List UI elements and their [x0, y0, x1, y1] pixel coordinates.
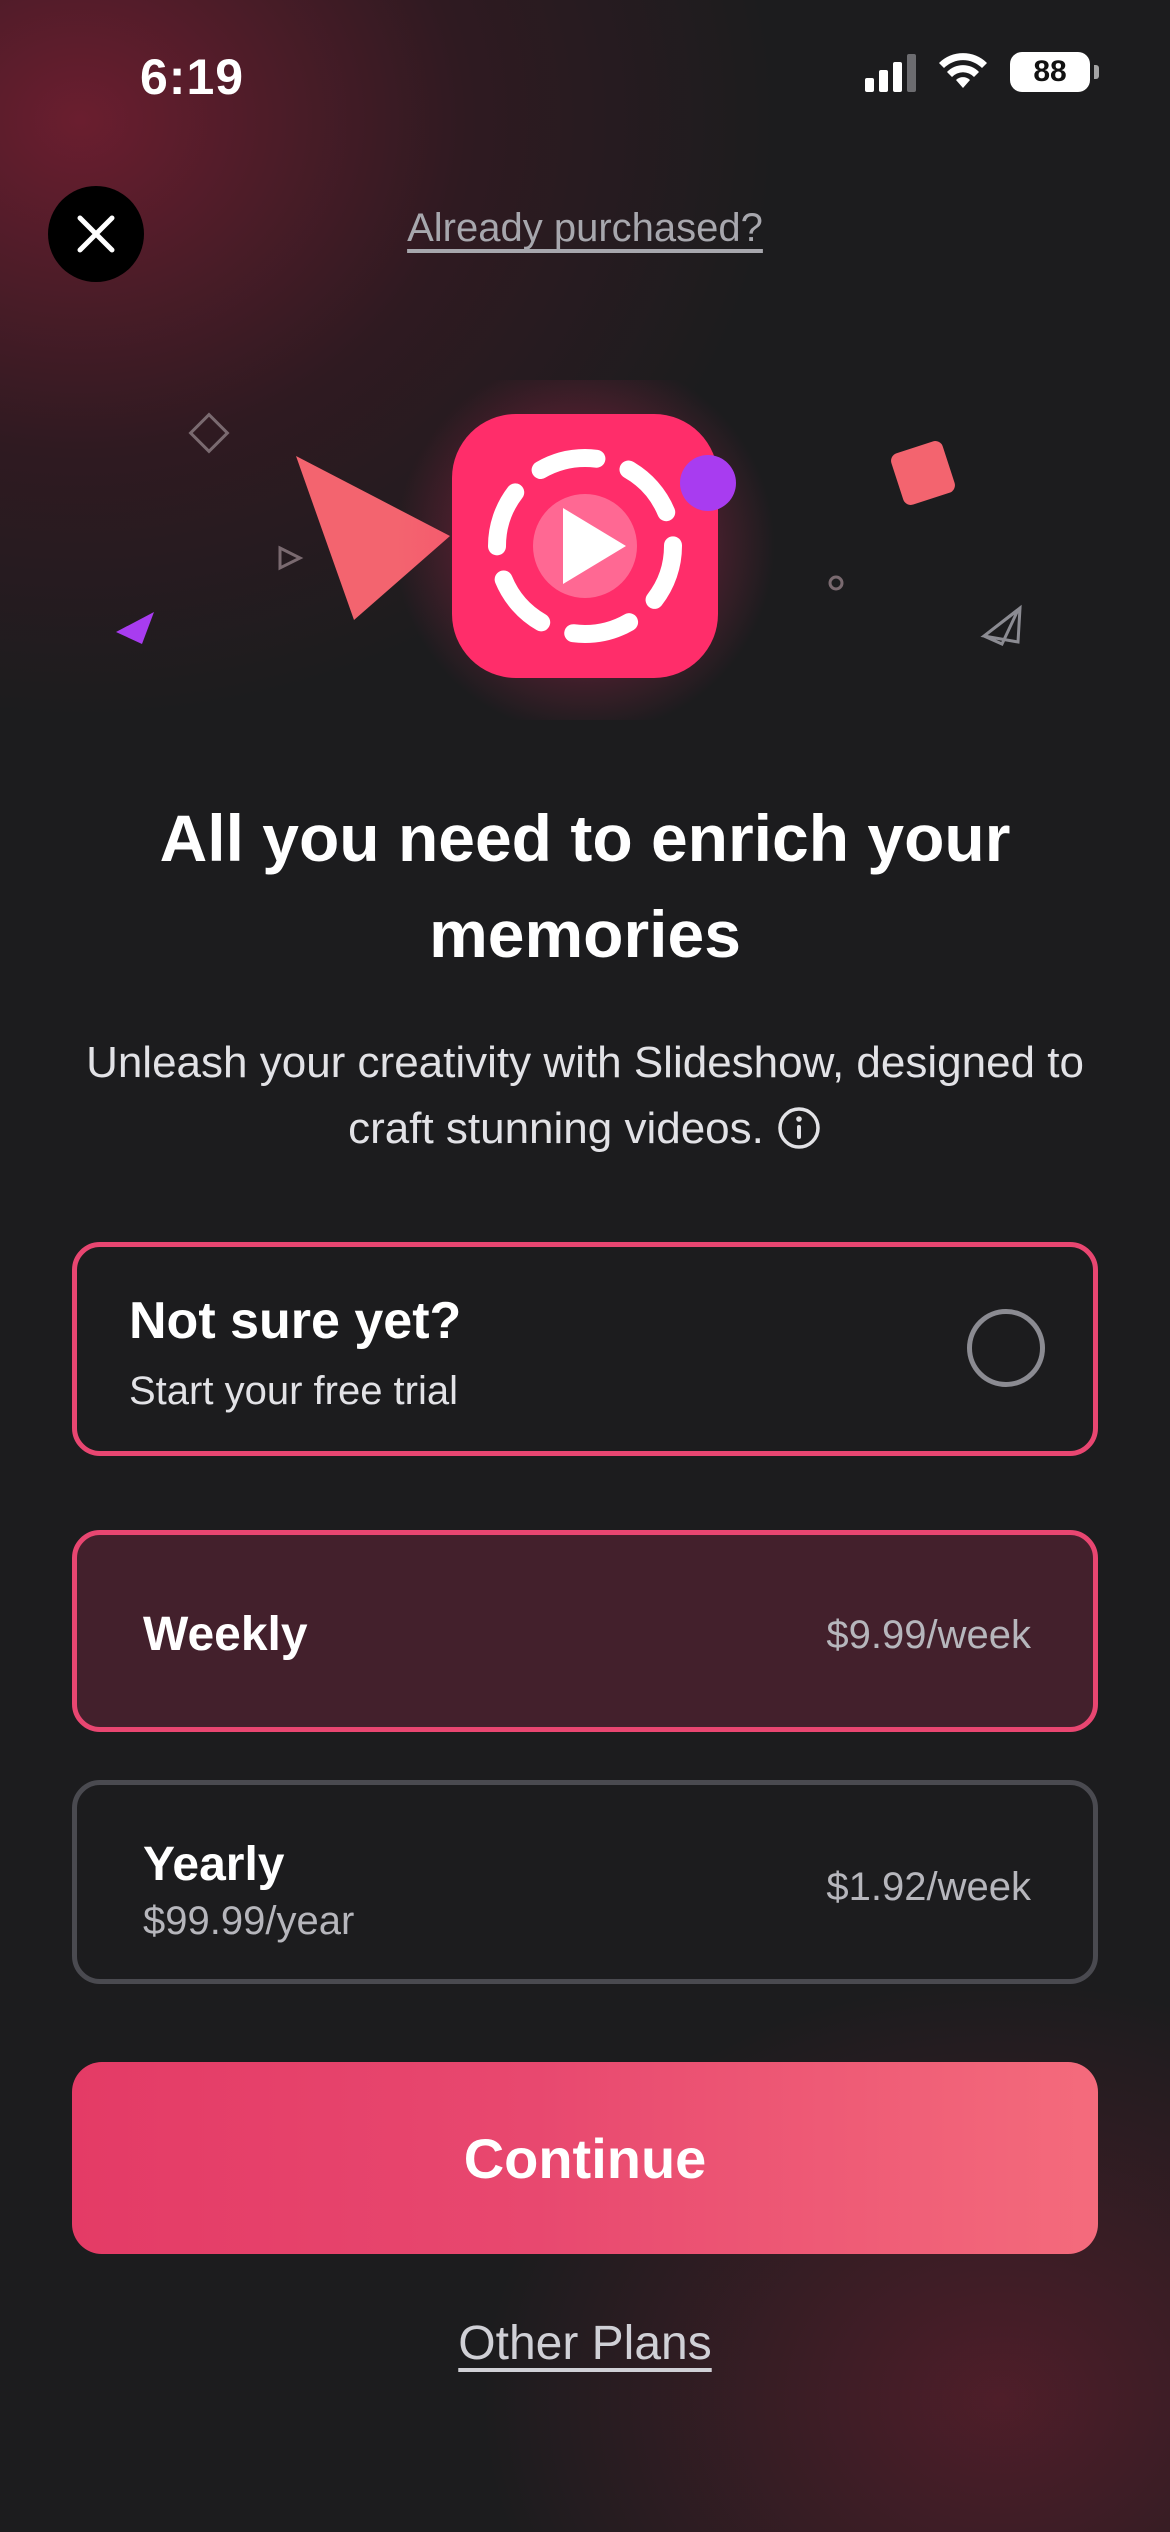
coral-square-decoration [891, 441, 955, 505]
plan-price: $9.99/week [826, 1613, 1031, 1657]
subtext-wrap: Unleash your creativity with Slideshow, … [60, 1030, 1110, 1162]
continue-button[interactable]: Continue [72, 2062, 1098, 2254]
free-trial-option[interactable]: Not sure yet? Start your free trial [72, 1242, 1098, 1456]
other-plans-link-wrap: Other Plans [0, 2316, 1170, 2371]
subtext: Unleash your creativity with Slideshow, … [86, 1038, 1084, 1153]
plan-detail: $99.99/year [143, 1899, 355, 1943]
purple-triangle-decoration [116, 612, 154, 644]
other-plans-link[interactable]: Other Plans [458, 2317, 711, 2370]
already-purchased-link[interactable]: Already purchased? [407, 206, 763, 250]
trial-subtitle: Start your free trial [129, 1369, 459, 1413]
diamond-outline-decoration [188, 412, 230, 454]
trial-title: Not sure yet? [129, 1292, 462, 1350]
triangle-outline-decoration-right [980, 604, 1022, 646]
status-bar-icons: 88 [865, 52, 1099, 92]
info-icon[interactable] [776, 1105, 822, 1151]
continue-label: Continue [463, 2126, 707, 2190]
status-time: 6:19 [140, 49, 245, 105]
circle-outline-decoration [828, 575, 844, 591]
slideshow-play-icon [452, 414, 718, 678]
trial-radio-button[interactable] [967, 1309, 1045, 1387]
cellular-signal-icon [865, 52, 916, 92]
already-purchased-link-wrap: Already purchased? [0, 206, 1170, 251]
wifi-icon [939, 53, 987, 88]
plan-price: $1.92/week [826, 1865, 1031, 1909]
plan-option-weekly[interactable]: Weekly $9.99/week [72, 1530, 1098, 1732]
headline: All you need to enrich your memories [159, 801, 1011, 971]
plan-option-yearly[interactable]: Yearly $99.99/year $1.92/week [72, 1780, 1098, 1984]
plan-name: Weekly [143, 1608, 308, 1661]
triangle-outline-decoration [278, 545, 304, 571]
battery-icon: 88 [1010, 52, 1099, 92]
hero-illustration [116, 380, 1022, 720]
plan-name: Yearly [143, 1838, 285, 1891]
purple-dot-decoration [680, 455, 736, 511]
battery-level: 88 [1033, 55, 1067, 88]
